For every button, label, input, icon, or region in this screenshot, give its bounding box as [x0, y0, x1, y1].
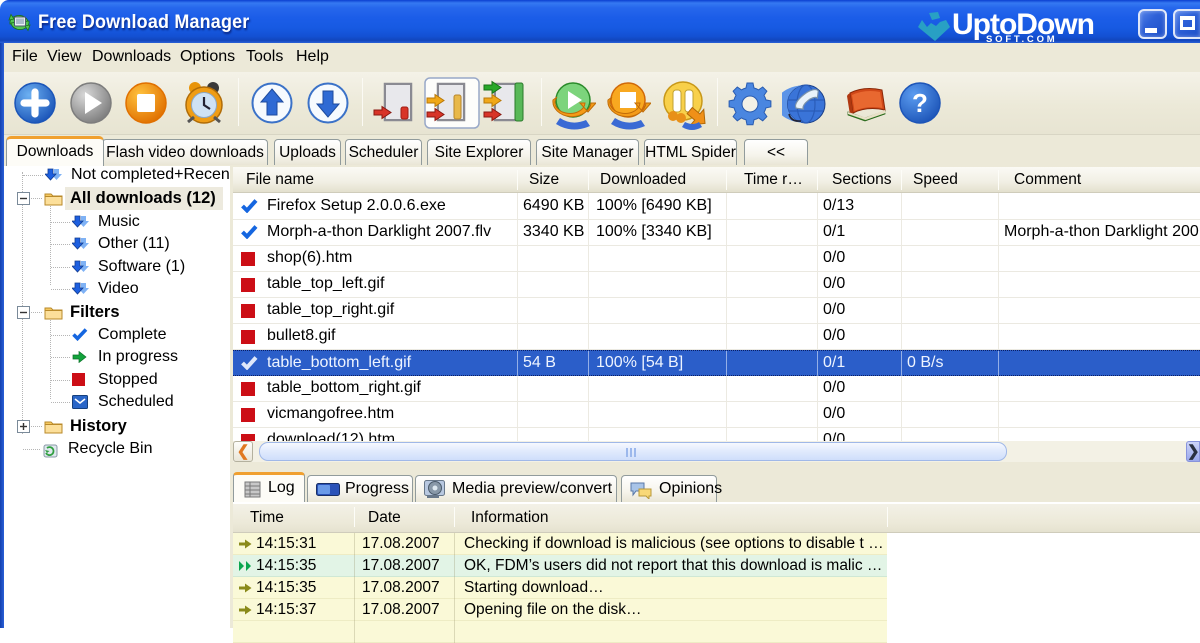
svg-text:?: ?: [912, 88, 928, 118]
